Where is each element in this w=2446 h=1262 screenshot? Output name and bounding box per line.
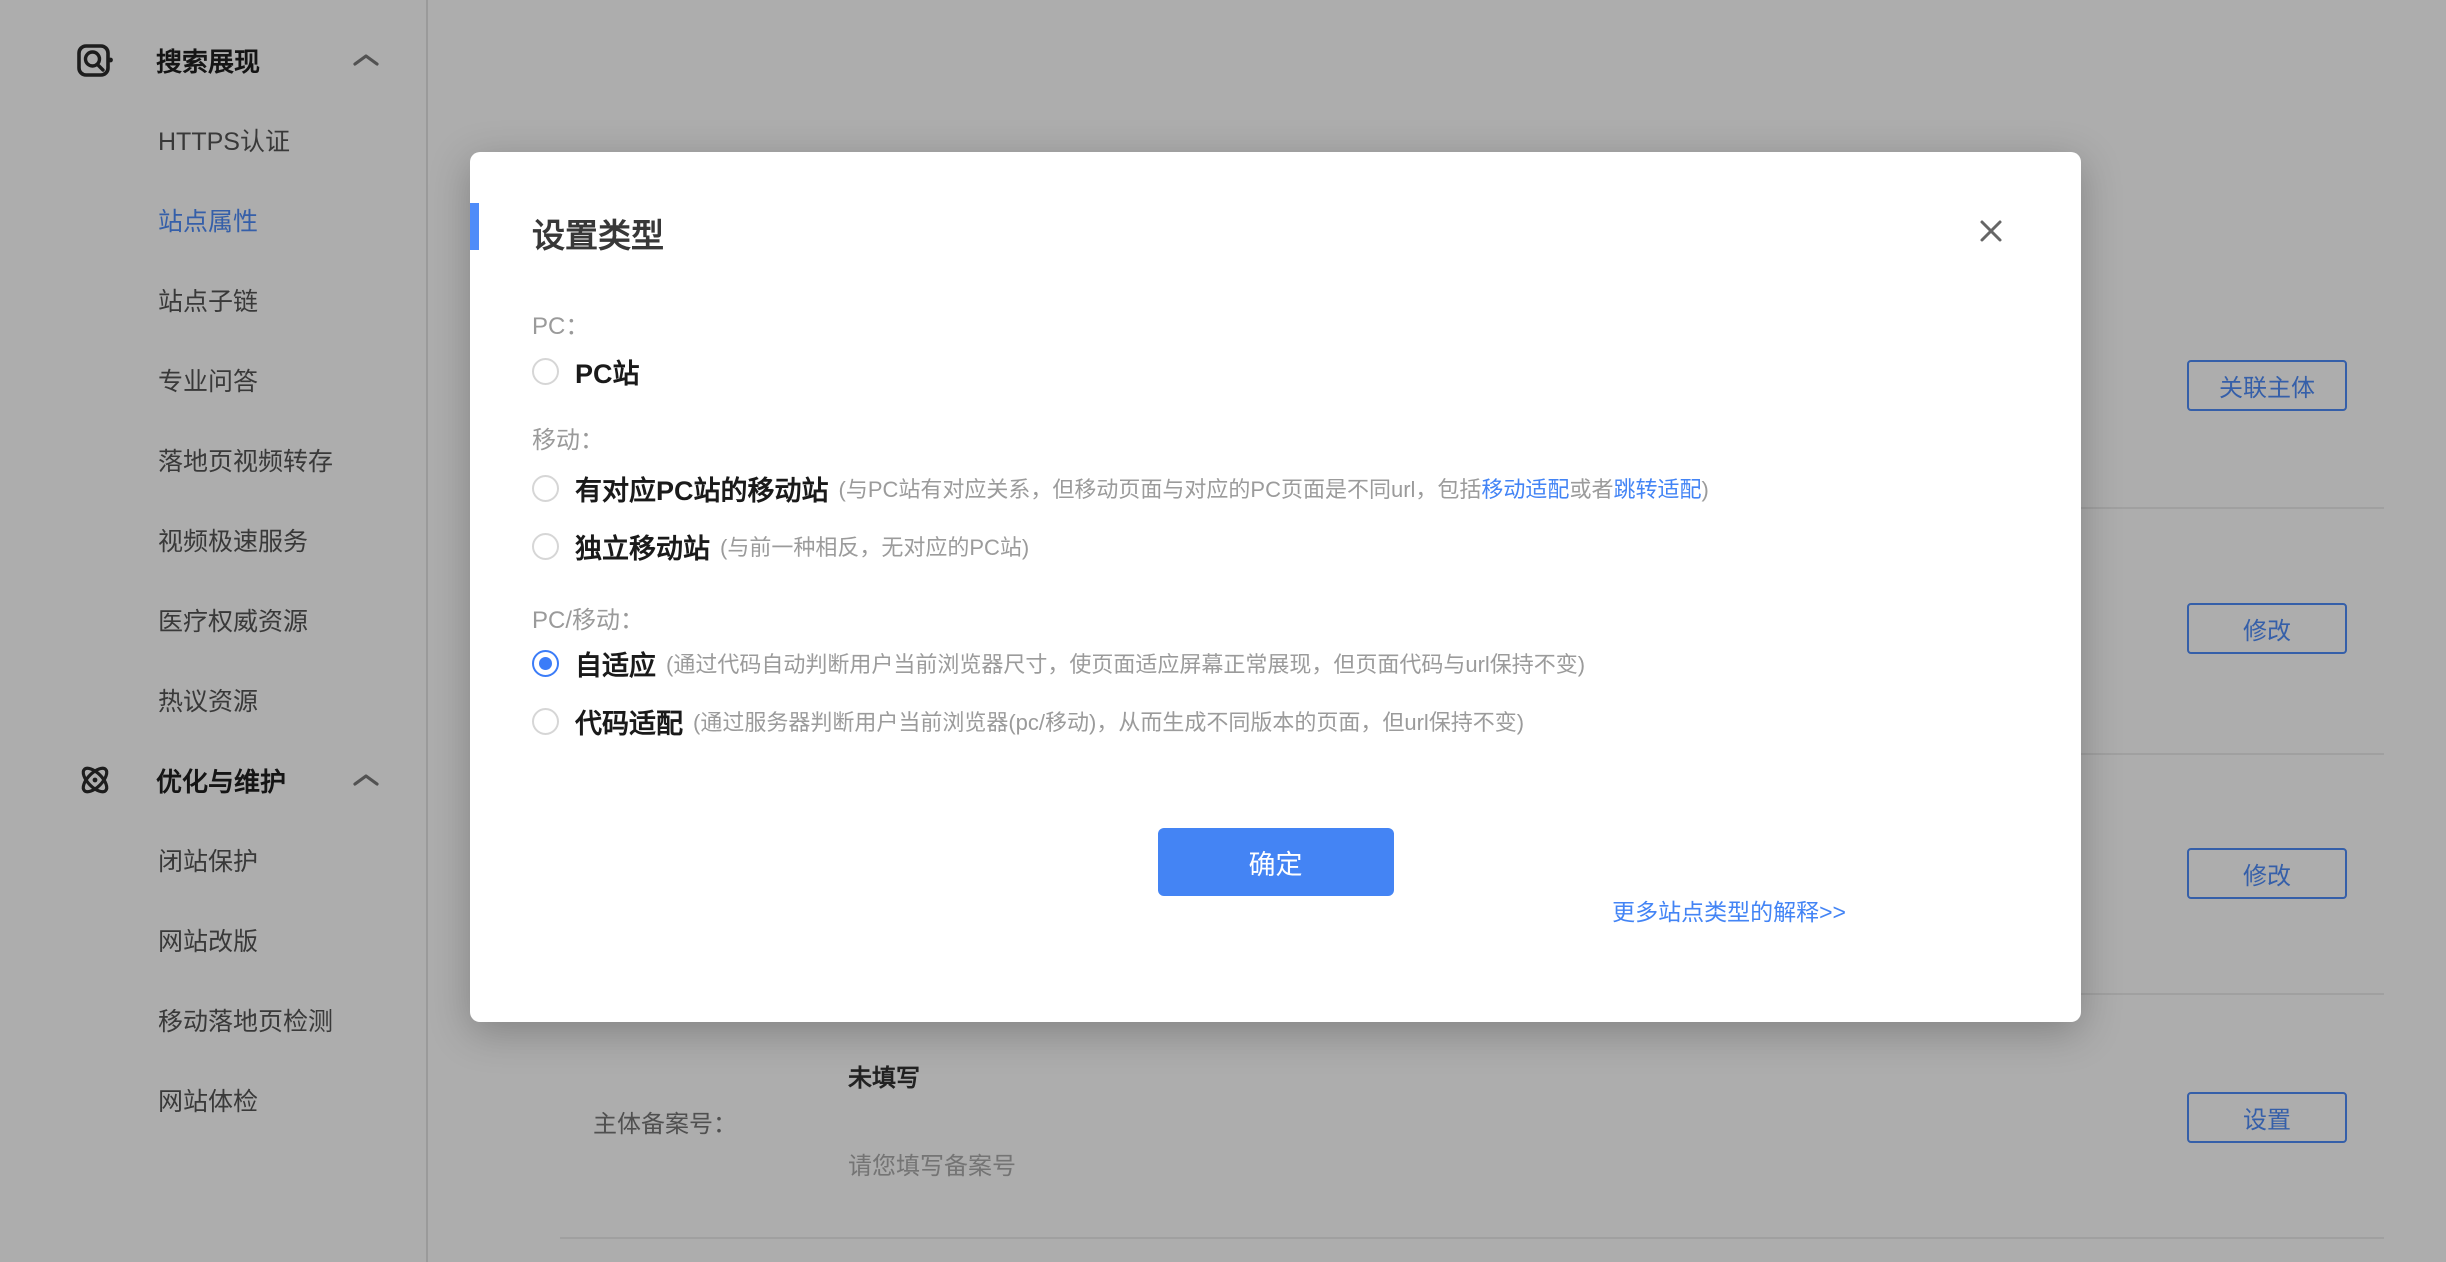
option-description: (与前一种相反，无对应的PC站) [720, 530, 1029, 562]
confirm-button[interactable]: 确定 [1158, 828, 1394, 896]
radio-unselected-icon[interactable] [532, 533, 559, 560]
radio-selected-icon[interactable] [532, 650, 559, 677]
option-label: 有对应PC站的移动站 [575, 469, 829, 508]
option-label: 代码适配 [575, 702, 683, 741]
radio-option-responsive[interactable]: 自适应 (通过代码自动判断用户当前浏览器尺寸，使页面适应屏幕正常展现，但页面代码… [532, 641, 1585, 685]
option-label: 独立移动站 [575, 527, 710, 566]
radio-unselected-icon[interactable] [532, 358, 559, 385]
description-text: ) [1701, 477, 1708, 502]
page: 搜索展现 HTTPS认证 站点属性 站点子链 专业问答 落地页视频转存 视频极速… [0, 0, 2446, 1262]
radio-option-mobile-paired[interactable]: 有对应PC站的移动站 (与PC站有对应关系，但移动页面与对应的PC页面是不同ur… [532, 466, 1709, 510]
more-site-types-link[interactable]: 更多站点类型的解释>> [1612, 894, 1846, 926]
radio-option-mobile-independent[interactable]: 独立移动站 (与前一种相反，无对应的PC站) [532, 524, 1029, 568]
title-accent-bar [470, 203, 479, 250]
option-description: (与PC站有对应关系，但移动页面与对应的PC页面是不同url，包括移动适配或者跳… [839, 472, 1709, 504]
jump-adapt-link[interactable]: 跳转适配 [1613, 477, 1701, 502]
option-label: PC站 [575, 352, 640, 391]
modal-title: 设置类型 [532, 209, 664, 257]
mobile-adapt-link[interactable]: 移动适配 [1481, 477, 1569, 502]
set-type-modal: 设置类型 PC： PC站 移动： 有对应PC站的移动站 (与PC站有对应关系，但… [470, 152, 2081, 1022]
radio-unselected-icon[interactable] [532, 708, 559, 735]
option-description: (通过服务器判断用户当前浏览器(pc/移动)，从而生成不同版本的页面，但url保… [693, 705, 1524, 737]
option-label: 自适应 [575, 644, 656, 683]
description-text: 或者 [1569, 477, 1613, 502]
radio-option-pc-site[interactable]: PC站 [532, 349, 650, 393]
group-label-pc-mobile: PC/移动： [532, 597, 644, 637]
radio-option-code-adapt[interactable]: 代码适配 (通过服务器判断用户当前浏览器(pc/移动)，从而生成不同版本的页面，… [532, 699, 1524, 743]
group-label-mobile: 移动： [532, 417, 604, 457]
option-description: (通过代码自动判断用户当前浏览器尺寸，使页面适应屏幕正常展现，但页面代码与url… [666, 647, 1585, 679]
close-icon[interactable] [1972, 212, 2010, 250]
radio-unselected-icon[interactable] [532, 475, 559, 502]
group-label-pc: PC： [532, 303, 589, 343]
description-text: (与PC站有对应关系，但移动页面与对应的PC页面是不同url，包括 [839, 477, 1482, 502]
